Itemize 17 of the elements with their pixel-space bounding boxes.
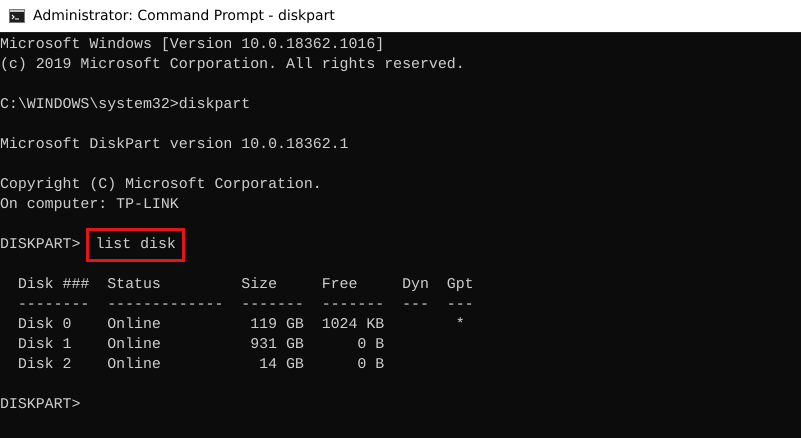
console-line: Disk 0 Online 119 GB 1024 KB * [16, 316, 466, 335]
console-line: Microsoft DiskPart version 10.0.18362.1 [0, 136, 350, 155]
prompt-text: DISKPART> [0, 397, 80, 413]
console-line: On computer: TP-LINK [0, 196, 180, 215]
console-line: Copyright (C) Microsoft Corporation. [0, 176, 323, 195]
console-line: (c) 2019 Microsoft Corporation. All rights reserved. [0, 56, 466, 75]
highlighted-command: list disk [89, 231, 182, 259]
console-line: Disk 1 Online 931 GB 0 B [16, 336, 386, 355]
console-icon [9, 9, 25, 23]
console-line: Disk 2 Online 14 GB 0 B [16, 356, 386, 375]
console-line: -------- ------------- ------- ------- --- --- [16, 296, 475, 315]
prompt-text: DISKPART> [0, 237, 80, 253]
command-text: diskpart [178, 97, 250, 113]
prompt-text: C:\WINDOWS\system32> [0, 97, 179, 113]
console-line: Disk ### Status Size Free Dyn Gpt [16, 276, 475, 295]
window-title: Administrator: Command Prompt - diskpart [33, 8, 335, 24]
console-line: Microsoft Windows [Version 10.0.18362.1016] [0, 36, 386, 55]
